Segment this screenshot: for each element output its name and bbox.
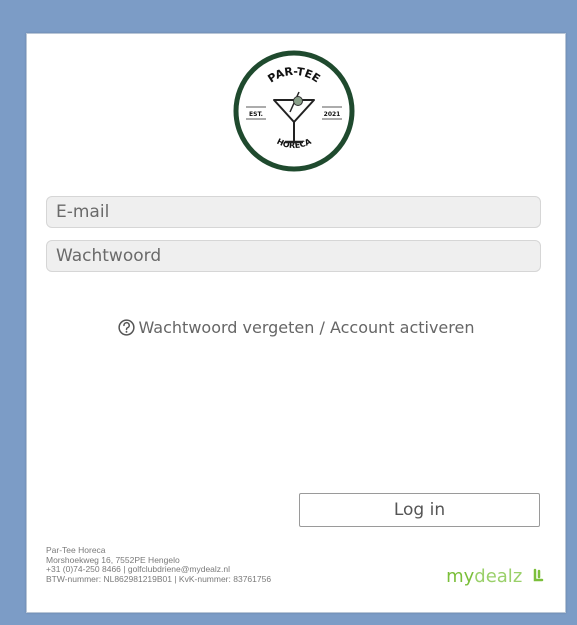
par-tee-logo: PAR-TEE HORECA EST. 2021 (233, 50, 355, 172)
question-circle-icon (117, 319, 135, 336)
company-info: Par-Tee Horeca Morshoekweg 16, 7552PE He… (46, 545, 376, 584)
brand-name-light: dealz (474, 566, 523, 587)
logo-est-label: EST. (249, 111, 263, 118)
mydealz-logo: mydealz (446, 566, 545, 587)
password-field[interactable] (46, 240, 541, 272)
brand-name-bold: my (446, 566, 475, 587)
company-registration: BTW-nummer: NL862981219B01 | KvK-nummer:… (46, 573, 272, 584)
mydealz-mark-icon (533, 568, 544, 582)
forgot-password-link[interactable]: Wachtwoord vergeten / Account activeren (27, 318, 565, 337)
email-field[interactable] (46, 196, 541, 228)
olive-icon (293, 96, 303, 106)
logo-year: 2021 (324, 111, 341, 118)
forgot-password-label: Wachtwoord vergeten / Account activeren (138, 318, 475, 337)
login-button[interactable]: Log in (299, 493, 540, 527)
login-card: PAR-TEE HORECA EST. 2021 Wachtwoord verg… (26, 33, 566, 613)
